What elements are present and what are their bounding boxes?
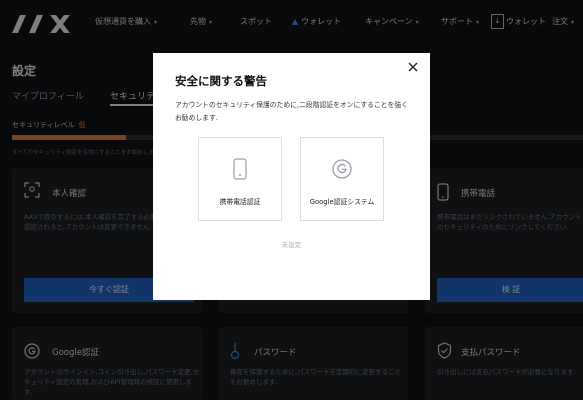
security-warning-dialog: 安全に関する警告 アカウントのセキュリティ保護のために,二段階認証をオンにするこ… xyxy=(153,53,430,300)
option-phone-auth-label: 携帯電話認証 xyxy=(219,198,261,206)
option-google-auth-label: Google認証システム xyxy=(309,198,375,206)
unset-status: 未設定 xyxy=(281,241,302,249)
close-icon[interactable] xyxy=(406,60,420,74)
google-icon xyxy=(332,159,352,179)
dialog-title: 安全に関する警告 xyxy=(175,74,267,88)
dialog-description: アカウントのセキュリティ保護のために,二段階認証をオンにすることを強くお勧めしま… xyxy=(175,101,408,122)
option-phone-auth[interactable]: 携帯電話認証 xyxy=(198,137,282,221)
option-google-auth[interactable]: Google認証システム xyxy=(300,137,384,221)
phone-icon xyxy=(233,158,247,180)
